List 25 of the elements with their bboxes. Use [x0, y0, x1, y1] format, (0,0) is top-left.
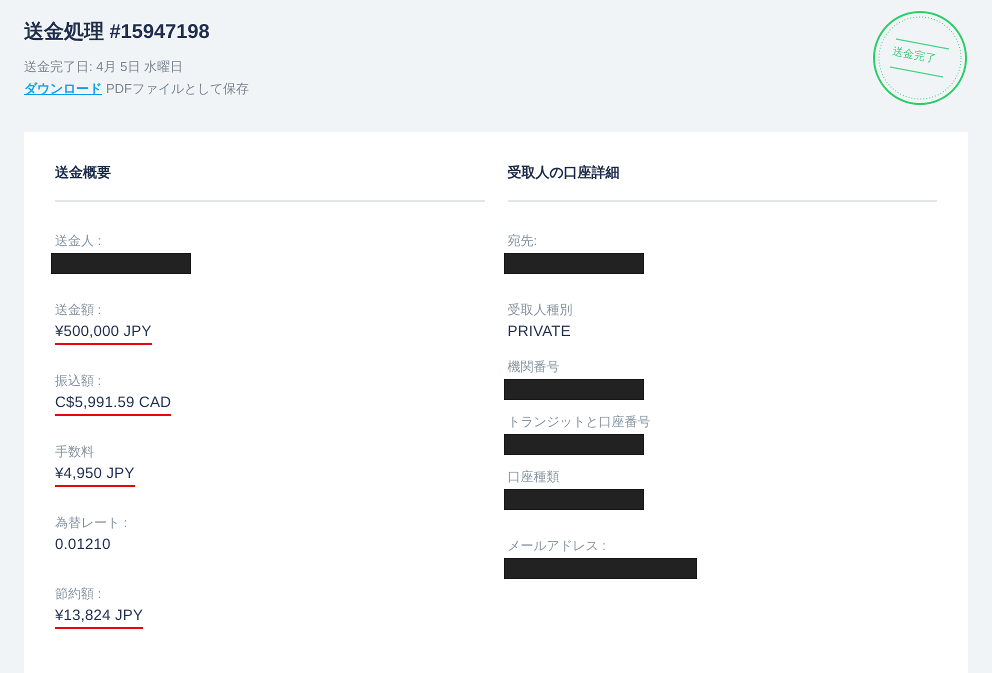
- field-label: 手数料: [55, 443, 94, 461]
- field-label: 機関番号: [508, 358, 560, 376]
- field-value: C$5,991.59 CAD: [55, 393, 172, 416]
- field-label: 受取人種別: [508, 301, 572, 319]
- field-value: 0.01210: [55, 535, 111, 555]
- field-label: メールアドレス :: [508, 537, 606, 555]
- pdf-save-note: PDFファイルとして保存: [106, 80, 249, 98]
- field-label: 口座種類: [508, 468, 560, 486]
- field-label: トランジットと口座番号: [508, 413, 650, 431]
- field-label: 節約額 :: [55, 585, 102, 603]
- field-value: ¥500,000 JPY: [55, 322, 152, 345]
- field-label: 送金額 :: [55, 301, 102, 319]
- field-label: 宛先:: [508, 232, 538, 250]
- section-heading: 送金概要: [55, 163, 111, 182]
- field-label: 振込額 :: [55, 372, 102, 390]
- page-title: 送金処理 #15947198: [24, 20, 210, 45]
- field-value: ¥4,950 JPY: [55, 464, 135, 487]
- field-label: 為替レート :: [55, 514, 128, 532]
- download-link[interactable]: ダウンロード: [24, 79, 102, 99]
- field-value: PRIVATE: [508, 322, 571, 342]
- field-value: ¥13,824 JPY: [55, 606, 144, 629]
- completion-date: 送金完了日: 4月 5日 水曜日: [24, 58, 183, 76]
- section-heading: 受取人の口座詳細: [508, 163, 620, 182]
- stamp-text: 送金完了: [891, 46, 937, 66]
- field-label: 送金人 :: [55, 232, 102, 250]
